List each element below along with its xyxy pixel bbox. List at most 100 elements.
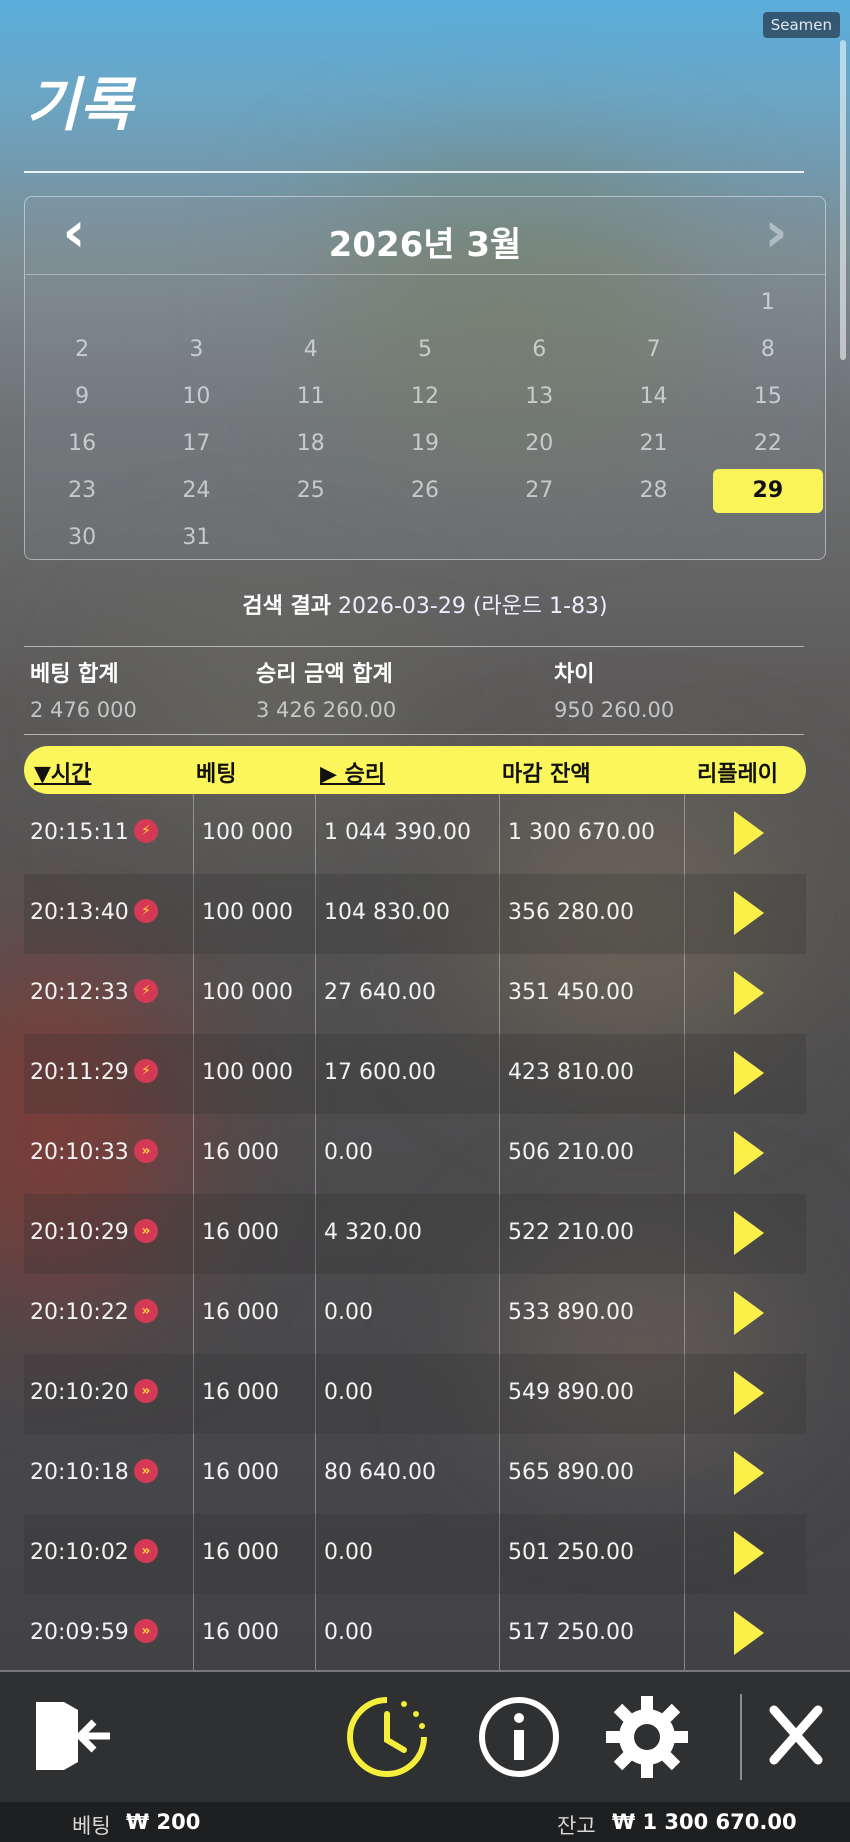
calendar-day-number: 12 xyxy=(410,384,439,409)
history-table-body: 20:15:11 ⚡ 100 000 1 044 390.00 1 300 670.00… xyxy=(24,794,806,1674)
row-win: 0.00 xyxy=(324,1540,373,1565)
calendar-day[interactable]: 14 xyxy=(596,373,710,420)
column-header-replay: 리플레이 xyxy=(697,762,778,787)
info-icon[interactable] xyxy=(476,1694,562,1784)
calendar-day[interactable]: 24 xyxy=(139,467,253,514)
calendar-day[interactable]: 1 xyxy=(711,279,825,326)
calendar-day[interactable]: 20 xyxy=(482,420,596,467)
replay-play-icon[interactable] xyxy=(734,1131,764,1175)
row-win: 0.00 xyxy=(324,1620,373,1645)
calendar-day[interactable]: 17 xyxy=(139,420,253,467)
calendar-day[interactable]: 16 xyxy=(25,420,139,467)
row-bet: 16 000 xyxy=(202,1620,279,1645)
replay-play-icon[interactable] xyxy=(734,1451,764,1495)
calendar-day[interactable]: 4 xyxy=(254,326,368,373)
row-balance: 351 450.00 xyxy=(508,980,634,1005)
fast-forward-icon: » xyxy=(134,1219,158,1243)
lightning-icon: ⚡ xyxy=(134,819,158,843)
row-win: 4 320.00 xyxy=(324,1220,422,1245)
bottom-toolbar xyxy=(0,1670,850,1802)
calendar-day-number: 13 xyxy=(525,384,554,409)
column-header-win[interactable]: ▶ 승리 xyxy=(320,756,385,788)
calendar-day[interactable]: 10 xyxy=(139,373,253,420)
exit-door-icon[interactable] xyxy=(30,1694,114,1782)
calendar-day[interactable]: 25 xyxy=(254,467,368,514)
calendar-day[interactable]: 30 xyxy=(25,514,139,561)
history-clock-icon[interactable] xyxy=(344,1694,430,1784)
scrollbar[interactable] xyxy=(840,40,846,360)
calendar-day-number: 7 xyxy=(646,337,661,362)
replay-play-icon[interactable] xyxy=(734,1531,764,1575)
fast-forward-icon: » xyxy=(134,1139,158,1163)
lightning-icon: ⚡ xyxy=(134,979,158,1003)
column-header-time[interactable]: ▼시간 xyxy=(34,756,91,788)
fast-forward-icon: » xyxy=(134,1299,158,1323)
calendar-day-number: 11 xyxy=(296,384,325,409)
replay-play-icon[interactable] xyxy=(734,971,764,1015)
calendar-day[interactable]: 3 xyxy=(139,326,253,373)
calendar-day[interactable]: 27 xyxy=(482,467,596,514)
calendar-day[interactable]: 11 xyxy=(254,373,368,420)
calendar-day-number: 14 xyxy=(639,384,668,409)
chevron-right-icon[interactable]: › xyxy=(751,205,801,261)
calendar-day[interactable]: 8 xyxy=(711,326,825,373)
row-bet: 100 000 xyxy=(202,820,293,845)
row-win: 104 830.00 xyxy=(324,900,450,925)
calendar-day[interactable]: 2 xyxy=(25,326,139,373)
calendar-day[interactable]: 13 xyxy=(482,373,596,420)
calendar-day[interactable]: 22 xyxy=(711,420,825,467)
search-result-label: 검색 결과 xyxy=(242,594,331,619)
calendar-day[interactable]: 12 xyxy=(368,373,482,420)
row-time: 20:13:40 xyxy=(30,900,129,925)
replay-play-icon[interactable] xyxy=(734,1051,764,1095)
replay-play-icon[interactable] xyxy=(734,1211,764,1255)
calendar-day-number: 30 xyxy=(68,525,97,550)
replay-play-icon[interactable] xyxy=(734,1371,764,1415)
column-header-bet: 베팅 xyxy=(196,762,237,787)
row-bet: 100 000 xyxy=(202,1060,293,1085)
fast-forward-icon: » xyxy=(134,1379,158,1403)
calendar-grid: 1 2 3 4 5 6 7 8 9 10 11 12 13 14 15 16 17 18 19 20 21 22 23 24 2… xyxy=(25,275,825,561)
table-row: 20:10:02» 16 000 0.00 501 250.00 xyxy=(24,1514,806,1594)
summary-divider-bottom xyxy=(24,734,804,735)
calendar-header: ‹ 2026년 3월 › xyxy=(25,197,825,275)
calendar-day-number: 10 xyxy=(182,384,211,409)
calendar-day[interactable]: 6 xyxy=(482,326,596,373)
difference-label: 차이 xyxy=(554,662,595,687)
replay-play-icon[interactable] xyxy=(734,811,764,855)
calendar-day[interactable]: 5 xyxy=(368,326,482,373)
row-time: 20:09:59 xyxy=(30,1620,129,1645)
row-balance: 423 810.00 xyxy=(508,1060,634,1085)
calendar-day-number: 21 xyxy=(639,431,668,456)
calendar-day-selected[interactable]: 29 xyxy=(711,467,825,514)
calendar: ‹ 2026년 3월 › 1 2 3 4 5 6 7 8 9 10 11 12 13 14 15 16 17 18… xyxy=(24,196,826,560)
close-icon[interactable] xyxy=(768,1702,824,1772)
replay-play-icon[interactable] xyxy=(734,1611,764,1655)
calendar-day[interactable]: 23 xyxy=(25,467,139,514)
row-balance: 517 250.00 xyxy=(508,1620,634,1645)
calendar-day[interactable]: 26 xyxy=(368,467,482,514)
toolbar-divider xyxy=(740,1694,742,1780)
table-row: 20:10:18» 16 000 80 640.00 565 890.00 xyxy=(24,1434,806,1514)
table-row: 20:15:11 ⚡ 100 000 1 044 390.00 1 300 670.00 xyxy=(24,794,806,874)
calendar-day-number: 27 xyxy=(525,478,554,503)
calendar-day-number: 16 xyxy=(68,431,97,456)
calendar-day[interactable]: 18 xyxy=(254,420,368,467)
calendar-day[interactable]: 21 xyxy=(596,420,710,467)
replay-play-icon[interactable] xyxy=(734,1291,764,1335)
row-bet: 16 000 xyxy=(202,1460,279,1485)
bet-value: ₩ 200 xyxy=(126,1810,201,1834)
replay-play-icon[interactable] xyxy=(734,891,764,935)
calendar-day[interactable]: 31 xyxy=(139,514,253,561)
calendar-day[interactable]: 7 xyxy=(596,326,710,373)
calendar-day-number: 26 xyxy=(410,478,439,503)
row-win: 0.00 xyxy=(324,1300,373,1325)
gear-icon[interactable] xyxy=(604,1694,690,1784)
calendar-day[interactable]: 9 xyxy=(25,373,139,420)
calendar-day[interactable]: 19 xyxy=(368,420,482,467)
calendar-day[interactable]: 28 xyxy=(596,467,710,514)
calendar-day-number: 28 xyxy=(639,478,668,503)
calendar-day[interactable]: 15 xyxy=(711,373,825,420)
win-total-value: 3 426 260.00 xyxy=(256,698,397,722)
table-row: 20:12:33 ⚡ 100 000 27 640.00 351 450.00 xyxy=(24,954,806,1034)
